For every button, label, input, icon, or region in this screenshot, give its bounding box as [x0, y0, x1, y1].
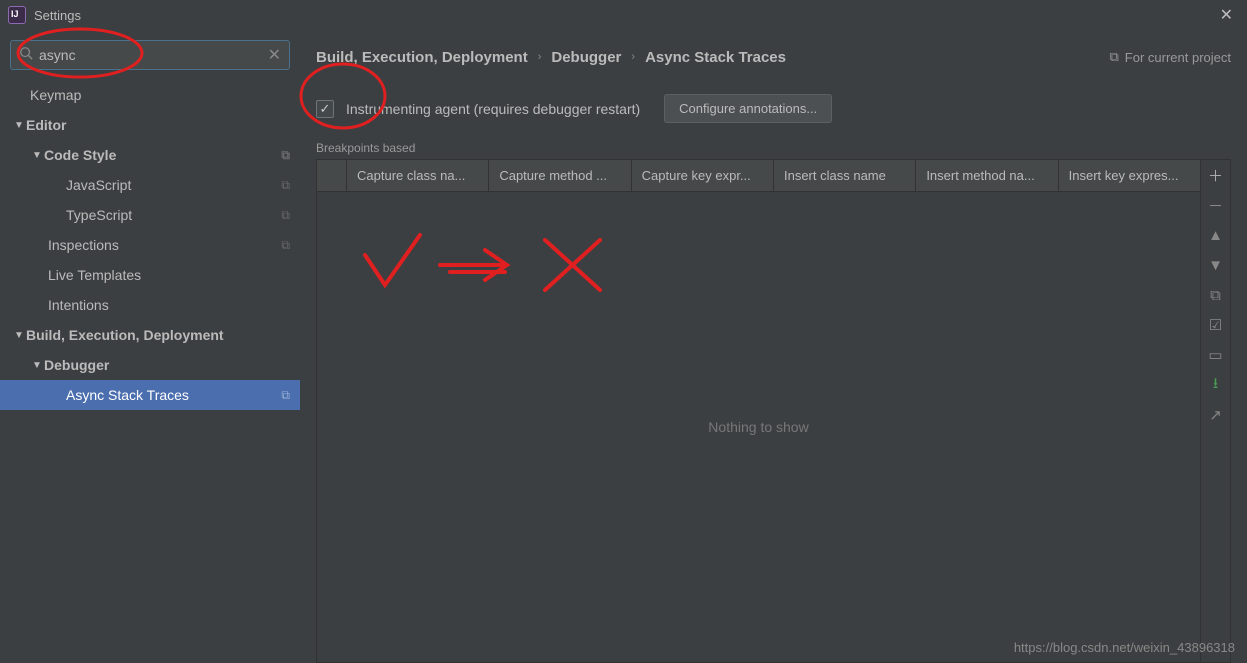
- close-icon[interactable]: ✕: [1214, 5, 1239, 25]
- copy-icon: ⧉: [281, 208, 290, 223]
- table-wrap: Capture class na... Capture method ... C…: [316, 159, 1231, 663]
- crumb-bed[interactable]: Build, Execution, Deployment: [316, 49, 528, 66]
- col-insert-method[interactable]: Insert method na...: [916, 160, 1058, 191]
- tree-async-stack-traces[interactable]: Async Stack Traces⧉: [0, 380, 300, 410]
- tree-typescript[interactable]: TypeScript⧉: [0, 200, 300, 230]
- move-down-icon[interactable]: ▼: [1201, 250, 1230, 280]
- crumb-async: Async Stack Traces: [645, 49, 786, 66]
- col-insert-key[interactable]: Insert key expres...: [1059, 160, 1200, 191]
- tree-code-style[interactable]: ▼Code Style⧉: [0, 140, 300, 170]
- tree-keymap[interactable]: Keymap: [0, 80, 300, 110]
- search-box[interactable]: ✕: [10, 40, 290, 70]
- add-icon[interactable]: ＋: [1201, 160, 1230, 190]
- main-panel: Build, Execution, Deployment › Debugger …: [300, 30, 1247, 663]
- chevron-down-icon: ▼: [12, 330, 26, 341]
- app-icon: [8, 6, 26, 24]
- table: Capture class na... Capture method ... C…: [316, 159, 1201, 663]
- chevron-down-icon: ▼: [12, 120, 26, 131]
- empty-message: Nothing to show: [317, 192, 1200, 662]
- tree-editor[interactable]: ▼Editor: [0, 110, 300, 140]
- configure-annotations-button[interactable]: Configure annotations...: [664, 94, 832, 123]
- copy-icon: ⧉: [1110, 49, 1119, 65]
- col-checkbox[interactable]: [317, 160, 347, 191]
- chevron-down-icon: ▼: [30, 150, 44, 161]
- project-scope: ⧉ For current project: [1110, 49, 1232, 65]
- window-title: Settings: [34, 8, 81, 23]
- titlebar: Settings ✕: [0, 0, 1247, 30]
- export-icon[interactable]: ↗: [1201, 400, 1230, 430]
- copy-icon: ⧉: [281, 148, 290, 163]
- search-icon: [19, 46, 33, 65]
- col-capture-key[interactable]: Capture key expr...: [632, 160, 774, 191]
- breakpoints-section-label: Breakpoints based: [316, 141, 1231, 155]
- clear-search-icon[interactable]: ✕: [268, 45, 281, 65]
- tree-live-templates[interactable]: Live Templates: [0, 260, 300, 290]
- copy-icon: ⧉: [281, 388, 290, 403]
- option-row: Instrumenting agent (requires debugger r…: [316, 94, 1231, 123]
- tree-debugger[interactable]: ▼Debugger: [0, 350, 300, 380]
- sidebar: ✕ Keymap ▼Editor ▼Code Style⧉ JavaScript…: [0, 30, 300, 663]
- chevron-right-icon: ›: [631, 51, 635, 63]
- chevron-right-icon: ›: [538, 51, 542, 63]
- breadcrumb: Build, Execution, Deployment › Debugger …: [316, 42, 1231, 72]
- chevron-down-icon: ▼: [30, 360, 44, 371]
- tree-javascript[interactable]: JavaScript⧉: [0, 170, 300, 200]
- instrumenting-agent-checkbox[interactable]: [316, 100, 334, 118]
- tree-build-execution-deployment[interactable]: ▼Build, Execution, Deployment: [0, 320, 300, 350]
- watermark: https://blog.csdn.net/weixin_43896318: [1014, 640, 1235, 655]
- table-toolbar: ＋ － ▲ ▼ ⧉ ☑ ▭ ⭳ ↗: [1201, 159, 1231, 663]
- instrumenting-agent-label: Instrumenting agent (requires debugger r…: [346, 101, 640, 117]
- duplicate-icon[interactable]: ⧉: [1201, 280, 1230, 310]
- tree-intentions[interactable]: Intentions: [0, 290, 300, 320]
- col-capture-method[interactable]: Capture method ...: [489, 160, 631, 191]
- crumb-debugger[interactable]: Debugger: [551, 49, 621, 66]
- toggle-icon[interactable]: ☑: [1201, 310, 1230, 340]
- panel-icon[interactable]: ▭: [1201, 340, 1230, 370]
- settings-tree: Keymap ▼Editor ▼Code Style⧉ JavaScript⧉ …: [0, 80, 300, 663]
- copy-icon: ⧉: [281, 238, 290, 253]
- tree-inspections[interactable]: Inspections⧉: [0, 230, 300, 260]
- download-icon[interactable]: ⭳: [1201, 370, 1230, 400]
- col-capture-class[interactable]: Capture class na...: [347, 160, 489, 191]
- move-up-icon[interactable]: ▲: [1201, 220, 1230, 250]
- search-input[interactable]: [39, 47, 268, 63]
- col-insert-class[interactable]: Insert class name: [774, 160, 916, 191]
- copy-icon: ⧉: [281, 178, 290, 193]
- remove-icon[interactable]: －: [1201, 190, 1230, 220]
- table-header: Capture class na... Capture method ... C…: [317, 160, 1200, 192]
